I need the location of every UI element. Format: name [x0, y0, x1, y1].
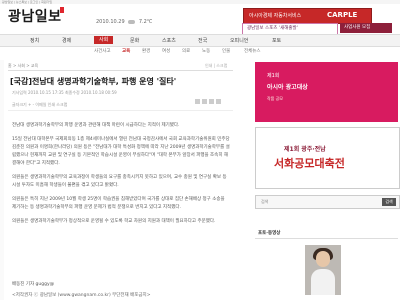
photo-face: [316, 251, 330, 267]
sidebar-ad-white-line1: 제1회 광주·전남: [284, 146, 326, 153]
date-text: 2010.10.29: [96, 19, 125, 25]
copyright-notice: <저작권자 ⓒ 광남일보 (www.gwangnam.co.kr) 무단전재 배…: [12, 293, 151, 298]
nav-item-national[interactable]: 전국: [198, 37, 207, 44]
share-icon[interactable]: [209, 99, 214, 104]
nav-item-sports[interactable]: 스포츠: [162, 37, 176, 44]
subnav-item-incident[interactable]: 사건사고: [94, 48, 111, 54]
divider: [8, 110, 233, 111]
share-icon[interactable]: [216, 99, 221, 104]
subnav-item-women[interactable]: 여성: [162, 48, 170, 54]
nav-item-opinion[interactable]: 오피니언: [230, 37, 248, 44]
top-banner-ad[interactable]: 아시아경제 자동차서비스 CARPLE: [243, 8, 372, 24]
sidebar-ad-white-line2: 서화공모대축전: [274, 157, 345, 170]
subnav-item-environment[interactable]: 환경: [142, 48, 150, 54]
article-body: 전남대 생명과학기술학부의 파행 운영과 관련해 대책 마련이 시급하다는 지적…: [12, 122, 230, 232]
site-logo[interactable]: 광남일보: [8, 6, 62, 26]
nav-item-society[interactable]: 사회: [94, 36, 114, 44]
sub-nav: 사건사고 교육 환경 여성 의료 노동 인물 전체뉴스: [0, 47, 400, 56]
ad1-brand: CARPLE: [327, 11, 358, 19]
ad2-text: 광남일보 스포츠 '새해출발': [247, 26, 298, 31]
subnav-item-education[interactable]: 교육: [122, 48, 130, 54]
ad1-text: 아시아경제 자동차서비스: [249, 13, 302, 19]
article-font-controls[interactable]: 글자크기 + - 이메일 인쇄 스크랩: [12, 102, 67, 108]
subnav-item-medical[interactable]: 의료: [182, 48, 190, 54]
top-utility-bar: [0, 0, 400, 4]
search-input[interactable]: 검색: [261, 199, 268, 205]
body-paragraph: 의원들은 생명과학기술학부가 정상적으로 운영될 수 있도록 학교 차원의 지원…: [12, 219, 216, 224]
sidebar-ad-red-line1: 제1회: [267, 73, 280, 79]
top-links[interactable]: 광남일보 | 뉴스특보 | 로그인 | 회원가입: [2, 0, 52, 4]
ad3-text: 사업사원 모집: [344, 25, 371, 30]
nav-item-photo[interactable]: 포토: [272, 37, 281, 44]
body-paragraph: 전남대 생명과학기술학부의 파행 운영과 관련해 대책 마련이 시급하다는 지적…: [12, 123, 180, 128]
article-headline: [국감]전남대 생명과학기술학부, 파행 운영 '질타': [10, 77, 177, 86]
article-tools[interactable]: 인쇄 | 스크랩: [205, 63, 227, 69]
photo-figure: [311, 269, 335, 295]
sidebar-section-title[interactable]: 포토·동영상: [258, 230, 280, 236]
share-icon[interactable]: [195, 99, 200, 104]
sidebar-photo[interactable]: [305, 245, 341, 295]
share-icon[interactable]: [202, 99, 207, 104]
subnav-item-all-news[interactable]: 전체뉴스: [244, 48, 261, 54]
temperature-text: 7.2℃: [138, 19, 153, 25]
main-nav: 정치 경제 사회 문화 스포츠 전국 오피니언 포토: [0, 34, 400, 47]
breadcrumb[interactable]: 홈 > 사회 > 교육: [8, 63, 38, 69]
sidebar-ad-calligraphy[interactable]: 제1회 광주·전남 서화공모대축전: [255, 127, 400, 189]
search-button[interactable]: 검색: [382, 198, 396, 206]
divider: [8, 70, 233, 71]
sidebar-ad-red-line2: 아시아 광고대상: [267, 84, 308, 91]
body-paragraph: 15일 전남대 대학본부 국제회의동 1층 제4세미나실에서 열린 전남대 국정…: [12, 137, 230, 166]
banner-ad-3[interactable]: 사업사원 모집: [340, 23, 392, 33]
article-timestamps: 기사입력 2010.10.15 17:35 최종수정 2010.10.18 00…: [12, 90, 117, 95]
sidebar-search[interactable]: 검색 검색: [255, 195, 400, 209]
sidebar-ad-red[interactable]: 제1회 아시아 광고대상 작품 공모: [255, 62, 398, 122]
subnav-item-people[interactable]: 인물: [222, 48, 230, 54]
body-paragraph: 의원들은 생명과학기술학부의 교육과정이 학생들의 요구를 충족시키지 못하고 …: [12, 175, 227, 188]
share-icons: [195, 89, 230, 104]
date-weather: 2010.10.29 7.2℃: [96, 19, 152, 25]
article-author: 배동진 기자 guggy@: [12, 282, 55, 287]
cloud-icon: [128, 19, 136, 24]
left-gutter: [0, 60, 4, 300]
body-paragraph: 의원들은 특히 지난 2009년 10월 학생 25명이 학습권을 침해받았다며…: [12, 197, 225, 210]
sidebar-ad-red-line3: 작품 공모: [267, 96, 283, 101]
logo-mark-icon: [60, 7, 64, 13]
divider: [255, 238, 398, 239]
nav-item-economy[interactable]: 경제: [62, 37, 71, 44]
nav-item-politics[interactable]: 정치: [30, 37, 39, 44]
nav-item-culture[interactable]: 문화: [130, 37, 139, 44]
subnav-item-labor[interactable]: 노동: [202, 48, 210, 54]
